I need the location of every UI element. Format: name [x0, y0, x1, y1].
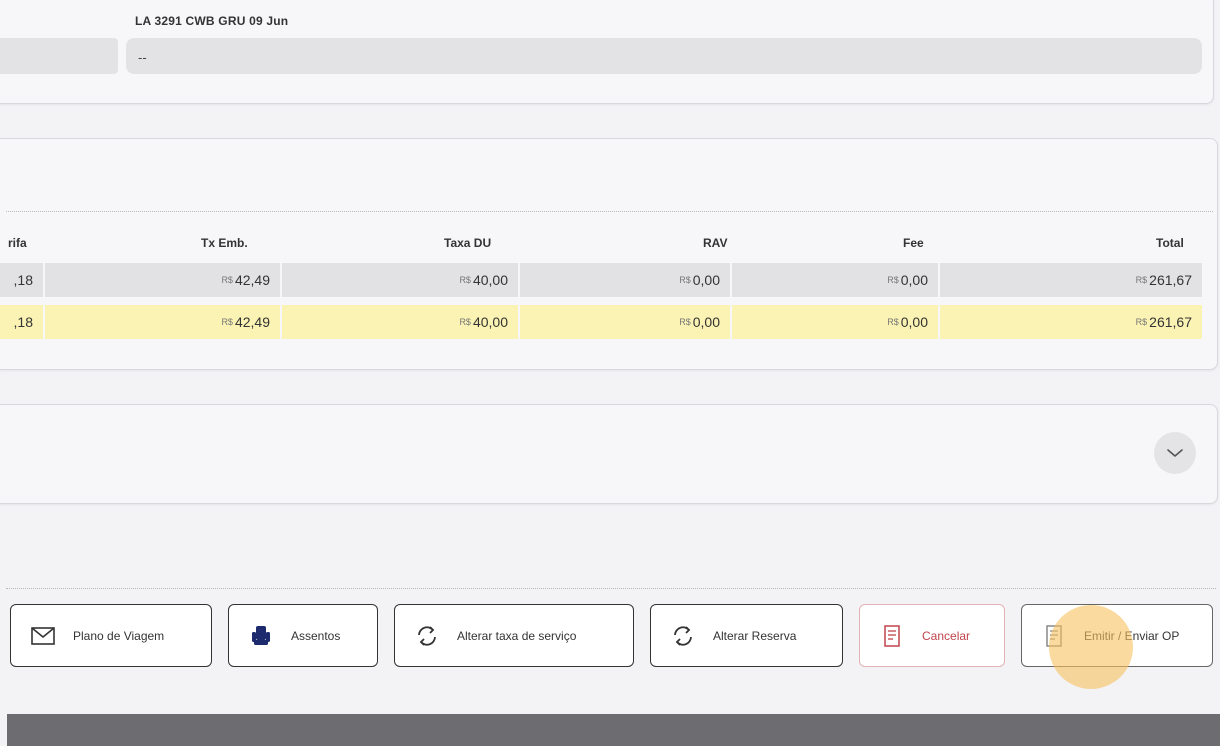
cell-fee: R$ 0,00 [732, 263, 938, 297]
expand-button[interactable] [1154, 432, 1196, 474]
flight-field: -- [126, 38, 1202, 74]
header-taxa-du: Taxa DU [444, 236, 492, 250]
cell-tx-emb: R$ 42,49 [45, 305, 280, 339]
flight-field-left [0, 38, 118, 74]
fare-table-card: rifa Tx Emb. Taxa DU RAV Fee Total ,18 R… [0, 138, 1218, 370]
cell-taxa-du: R$ 40,00 [282, 263, 518, 297]
cancelar-button[interactable]: Cancelar [859, 604, 1005, 667]
alterar-taxa-button[interactable]: Alterar taxa de serviço [394, 604, 634, 667]
plano-de-viagem-label: Plano de Viagem [73, 628, 165, 643]
cancelar-label: Cancelar [922, 628, 971, 643]
refresh-icon [667, 620, 699, 652]
cell-rav: R$ 0,00 [520, 263, 730, 297]
flight-title: LA 3291 CWB GRU 09 Jun [135, 14, 289, 28]
collapsed-section [0, 404, 1218, 504]
divider [6, 588, 1216, 589]
cell-total: R$ 261,67 [940, 305, 1202, 339]
refresh-icon [411, 620, 443, 652]
envelope-icon [27, 620, 59, 652]
chevron-down-icon [1167, 449, 1183, 457]
cell-tx-emb: R$ 42,49 [45, 263, 280, 297]
cell-fee: R$ 0,00 [732, 305, 938, 339]
cell-taxa-du: R$ 40,00 [282, 305, 518, 339]
emitir-enviar-op-label: Emitir / Enviar OP [1084, 628, 1180, 643]
header-total: Total [1156, 236, 1184, 250]
header-fee: Fee [903, 236, 924, 250]
table-row[interactable]: ,18 R$ 42,49 R$ 40,00 R$ 0,00 R$ 0,00 R$ 261,… [0, 305, 1202, 339]
header-tx-emb: Tx Emb. [201, 236, 248, 250]
alterar-reserva-label: Alterar Reserva [713, 628, 797, 643]
flight-card: LA 3291 CWB GRU 09 Jun -- [0, 0, 1214, 104]
table-row[interactable]: ,18 R$ 42,49 R$ 40,00 R$ 0,00 R$ 0,00 R$ 261,… [0, 263, 1202, 297]
header-tarifa: rifa [8, 236, 27, 250]
cell-tarifa: ,18 [0, 263, 43, 297]
plano-de-viagem-button[interactable]: Plano de Viagem [10, 604, 212, 667]
document-icon [1038, 620, 1070, 652]
document-cancel-icon [876, 620, 908, 652]
assentos-label: Assentos [291, 628, 341, 643]
cell-total: R$ 261,67 [940, 263, 1202, 297]
header-rav: RAV [703, 236, 728, 250]
alterar-reserva-button[interactable]: Alterar Reserva [650, 604, 843, 667]
assentos-button[interactable]: Assentos [228, 604, 378, 667]
bottom-bar [7, 714, 1220, 746]
cell-tarifa: ,18 [0, 305, 43, 339]
divider [6, 211, 1213, 212]
emitir-enviar-op-button[interactable]: Emitir / Enviar OP [1021, 604, 1213, 667]
alterar-taxa-label: Alterar taxa de serviço [457, 628, 577, 643]
seat-icon [245, 620, 277, 652]
cell-rav: R$ 0,00 [520, 305, 730, 339]
